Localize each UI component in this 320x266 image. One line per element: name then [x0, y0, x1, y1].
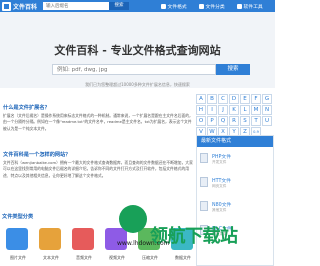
letter-link[interactable]: I: [207, 105, 217, 115]
nav-file-format[interactable]: 文件格式: [161, 1, 187, 11]
watermark-url: www.lhdown.com: [117, 240, 170, 247]
letter-link[interactable]: P: [207, 116, 217, 126]
top-search-button[interactable]: 搜索: [109, 2, 129, 10]
letter-link[interactable]: S: [240, 116, 250, 126]
document-icon: [200, 177, 208, 187]
letter-link[interactable]: F: [251, 94, 261, 104]
software-tool-icon: [237, 3, 242, 9]
category-label: 音频文件: [76, 255, 92, 260]
hero-section: 文件百科 - 专业文件格式查询网站 搜索 我们已为您整理超过10000多种文件扩…: [0, 12, 275, 88]
letter-link[interactable]: R: [229, 116, 239, 126]
recent-item-category: 开发文件: [212, 160, 227, 164]
document-icon: [200, 201, 208, 211]
text-icon: [39, 228, 61, 250]
recent-item-name: HTT文件: [212, 179, 231, 184]
letter-link[interactable]: C: [218, 94, 228, 104]
category-label: 压缩文件: [142, 255, 158, 260]
recent-item-category: 网页文件: [212, 184, 227, 188]
logo-icon: [2, 1, 11, 11]
category-label: 文本文件: [43, 255, 59, 260]
recent-item-name: N80文件: [212, 203, 232, 208]
letter-link[interactable]: Q: [218, 116, 228, 126]
top-navbar: 文件百科 搜索 文件格式 文件分类 软件工具: [0, 0, 275, 12]
recent-item[interactable]: PHP文件 开发文件: [200, 152, 270, 174]
recent-item-category: 其他文件: [212, 208, 227, 212]
hero-hint: 我们已为您整理超过10000多种文件扩展名信息，快速搜索: [85, 82, 190, 87]
letter-link[interactable]: M: [251, 105, 261, 115]
intro-text: 扩展名（文件后缀名）是操作系统用来标志文件格式的一种机制。通常来说，一个扩展名是…: [3, 113, 193, 131]
file-category-icon: [199, 3, 204, 9]
letter-link[interactable]: D: [229, 94, 239, 104]
letter-link[interactable]: J: [218, 105, 228, 115]
nav-label: 文件格式: [167, 4, 187, 10]
nav-software-tool[interactable]: 软件工具: [237, 1, 263, 11]
categories-title: 文件类型分类: [2, 214, 34, 220]
intro-title: 什么是文件扩展名？: [3, 105, 50, 111]
category-card[interactable]: 音频文件: [68, 224, 100, 266]
recent-item[interactable]: HTT文件 网页文件: [200, 176, 270, 198]
letter-link[interactable]: N: [262, 105, 272, 115]
audio-icon: [72, 228, 94, 250]
nav-label: 软件工具: [243, 4, 263, 10]
image-icon: [6, 228, 28, 250]
category-card[interactable]: 图片文件: [2, 224, 34, 266]
letter-link[interactable]: A: [196, 94, 206, 104]
top-search-input[interactable]: [43, 2, 109, 10]
watermark-logo-icon: [119, 205, 147, 233]
letter-link[interactable]: H: [196, 105, 206, 115]
hero-search-button[interactable]: 搜索: [216, 64, 250, 75]
category-label: 视频文件: [109, 255, 125, 260]
category-label: 图片文件: [10, 255, 26, 260]
hero-search-input[interactable]: [52, 64, 216, 75]
logo-text: 文件百科: [13, 3, 38, 11]
letter-link[interactable]: U: [262, 116, 272, 126]
letter-link[interactable]: B: [207, 94, 217, 104]
letter-link[interactable]: O: [196, 116, 206, 126]
document-icon: [200, 153, 208, 163]
about-title: 文件百科是一个怎样的网站？: [3, 152, 71, 158]
recent-item-name: PHP文件: [212, 155, 231, 160]
nav-file-category[interactable]: 文件分类: [199, 1, 225, 11]
hero-title: 文件百科 - 专业文件格式查询网站: [54, 44, 221, 57]
nav-label: 文件分类: [205, 4, 225, 10]
category-label: 数据文件: [175, 255, 191, 260]
letter-link[interactable]: K: [229, 105, 239, 115]
recent-formats-title: 最新文件格式: [197, 136, 273, 147]
letter-index: A B C D E F G H I J K L M N O P Q R S T U V W X Y Z 0-9: [196, 94, 274, 137]
letter-link[interactable]: L: [240, 105, 250, 115]
category-card[interactable]: 文本文件: [35, 224, 67, 266]
letter-link[interactable]: G: [262, 94, 272, 104]
about-text: 文件百科（wenjianbaike.com）拥有一个最大的文件格式查询数据库，而…: [3, 160, 193, 178]
letter-link[interactable]: T: [251, 116, 261, 126]
site-logo[interactable]: 文件百科: [2, 1, 37, 11]
file-format-icon: [161, 3, 166, 9]
letter-link[interactable]: E: [240, 94, 250, 104]
recent-item[interactable]: N80文件 其他文件: [200, 200, 270, 222]
